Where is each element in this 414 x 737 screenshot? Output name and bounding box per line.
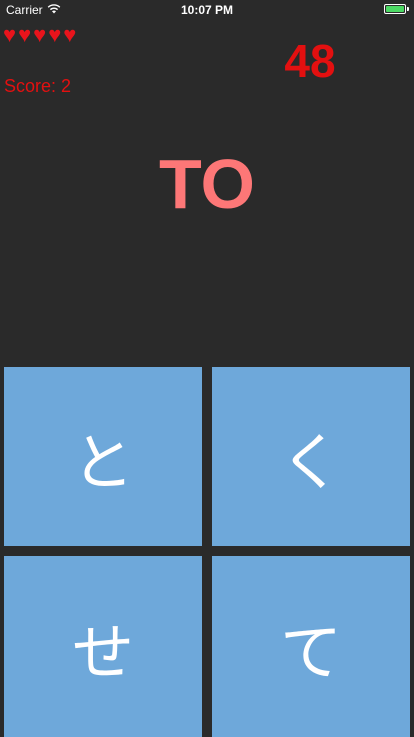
battery-tip [407,7,409,11]
answer-button-2[interactable]: く [212,367,410,546]
game-screen: Carrier 10:07 PM ♥ ♥ ♥ ♥ ♥ 48 Score: 2 T… [0,0,414,737]
status-bar: Carrier 10:07 PM [0,0,414,20]
answer-button-4[interactable]: て [212,556,410,737]
countdown-timer: 48 [284,35,336,87]
romaji-prompt: TO [159,145,255,223]
answer-button-3[interactable]: せ [4,556,202,737]
lives-display: ♥ ♥ ♥ ♥ ♥ [3,22,76,48]
heart-icon: ♥ [48,22,62,47]
answer-grid: と く せ て [4,367,410,737]
score-display: Score: 2 [4,76,71,97]
answer-button-1[interactable]: と [4,367,202,546]
heart-icon: ♥ [63,22,77,47]
battery-fill [386,6,404,12]
heart-icon: ♥ [3,22,17,47]
score-label: Score: [4,76,57,96]
status-time: 10:07 PM [180,3,234,17]
heart-icon: ♥ [18,22,32,47]
heart-icon: ♥ [33,22,47,47]
status-right [384,4,409,14]
score-value: 2 [61,76,72,96]
battery-icon [384,4,409,14]
